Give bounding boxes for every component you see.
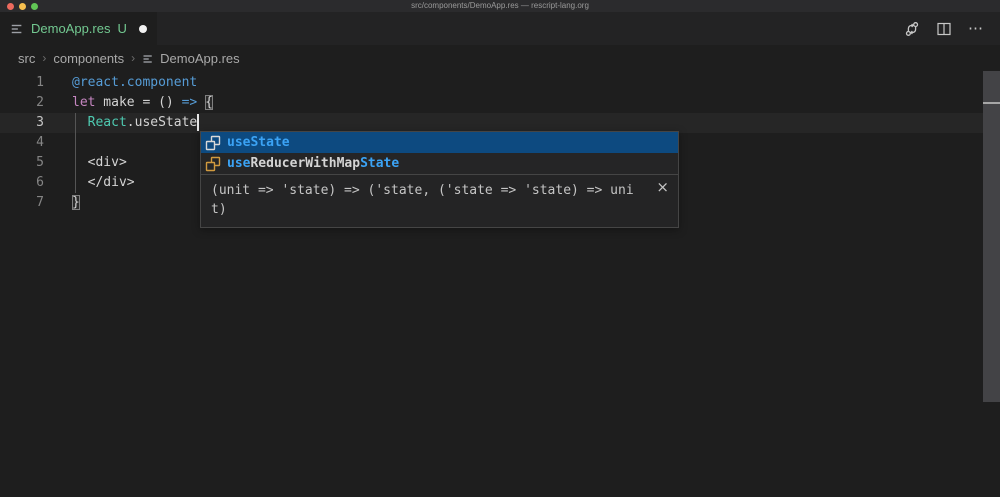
file-lines-icon bbox=[10, 22, 24, 36]
compare-changes-icon[interactable] bbox=[904, 21, 920, 37]
breadcrumb: src › components › DemoApp.res bbox=[0, 45, 1000, 71]
tab-bar: DemoApp.res U ⋯ bbox=[0, 12, 1000, 45]
line-number: 6 bbox=[0, 173, 44, 193]
suggest-docs: (unit => 'state) => ('state, ('state => … bbox=[201, 174, 678, 227]
editor[interactable]: 1@react.component2let make = () => {3 Re… bbox=[0, 71, 1000, 497]
more-actions-icon[interactable]: ⋯ bbox=[968, 24, 984, 34]
chevron-right-icon: › bbox=[42, 51, 46, 65]
split-editor-icon[interactable] bbox=[936, 21, 952, 37]
editor-actions: ⋯ bbox=[904, 12, 1000, 45]
indent-guide bbox=[75, 113, 76, 193]
line-number: 7 bbox=[0, 193, 44, 213]
file-lines-icon bbox=[142, 53, 154, 65]
line-number: 1 bbox=[0, 73, 44, 93]
symbol-value-icon bbox=[205, 135, 221, 151]
suggest-item-usestate[interactable]: useState bbox=[201, 132, 678, 153]
code-line-3[interactable]: 3 React.useState bbox=[0, 113, 1000, 133]
suggest-widget: useState useReducerWithMapState (unit => … bbox=[200, 131, 679, 228]
code-text: </div> bbox=[72, 173, 135, 193]
suggest-list: useState useReducerWithMapState bbox=[201, 132, 678, 174]
chevron-right-icon: › bbox=[131, 51, 135, 65]
suggest-item-label: useReducerWithMapState bbox=[227, 156, 399, 171]
scrollbar-thumb[interactable] bbox=[983, 71, 1000, 402]
breadcrumb-item-components[interactable]: components bbox=[53, 51, 124, 66]
titlebar: src/components/DemoApp.res — rescript-la… bbox=[0, 0, 1000, 12]
git-status-badge: U bbox=[117, 21, 126, 36]
code-text: } bbox=[72, 193, 80, 213]
tab-demoapp[interactable]: DemoApp.res U bbox=[0, 12, 157, 45]
code-text: React.useState bbox=[72, 113, 199, 133]
modified-dot-icon[interactable] bbox=[139, 25, 147, 33]
line-number: 3 bbox=[0, 113, 44, 133]
code-text: let make = () => { bbox=[72, 93, 213, 113]
window-title: src/components/DemoApp.res — rescript-la… bbox=[0, 0, 1000, 12]
tab-label: DemoApp.res bbox=[31, 21, 110, 36]
breadcrumb-item-src[interactable]: src bbox=[18, 51, 35, 66]
breadcrumb-item-demoapp-res[interactable]: DemoApp.res bbox=[160, 51, 239, 66]
suggest-item-label: useState bbox=[227, 135, 290, 150]
line-number: 4 bbox=[0, 133, 44, 153]
line-number: 2 bbox=[0, 93, 44, 113]
vertical-scrollbar[interactable] bbox=[983, 71, 1000, 497]
suggest-docs-text: (unit => 'state) => ('state, ('state => … bbox=[211, 181, 637, 219]
code-line-2[interactable]: 2 let make = () => { bbox=[0, 93, 1000, 113]
code-text: <div> bbox=[72, 153, 127, 173]
symbol-value-icon bbox=[205, 156, 221, 172]
code-line-1[interactable]: 1 @react.component bbox=[0, 73, 1000, 93]
suggest-item-usereducerwithmapstate[interactable]: useReducerWithMapState bbox=[201, 153, 678, 174]
overview-ruler-cursor-marker bbox=[983, 102, 1000, 104]
line-number: 5 bbox=[0, 153, 44, 173]
text-cursor bbox=[197, 114, 199, 131]
code-text: @react.component bbox=[72, 73, 197, 93]
close-icon[interactable]: × bbox=[656, 180, 669, 195]
